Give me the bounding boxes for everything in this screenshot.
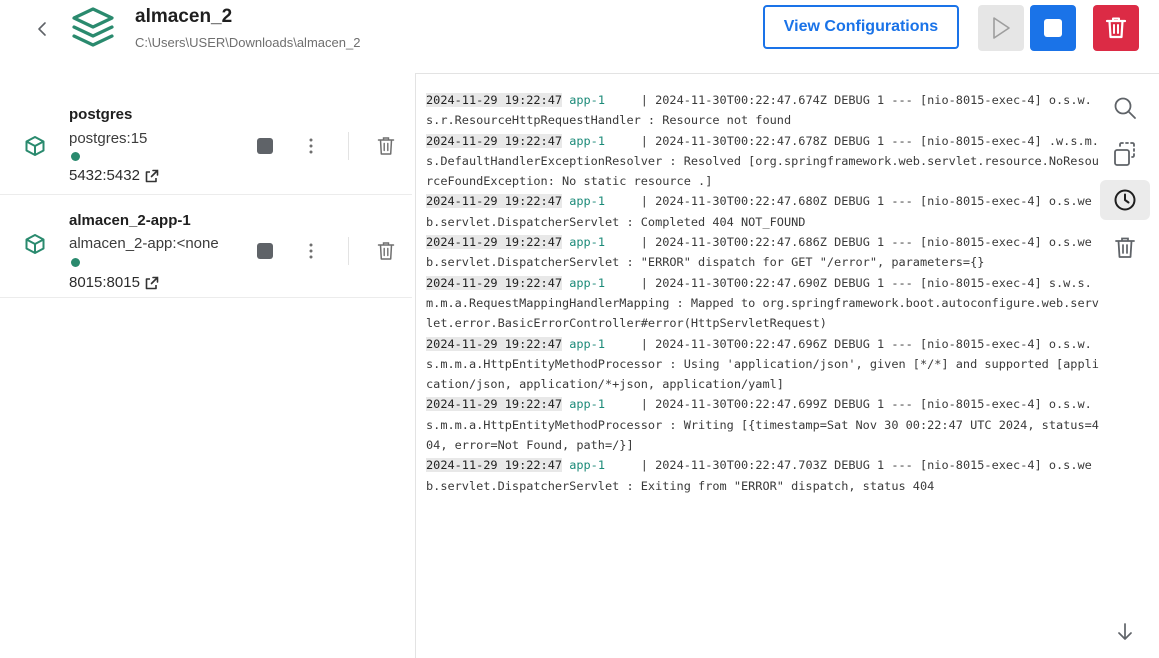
stack-layers-icon — [72, 7, 114, 47]
log-spacer — [605, 397, 641, 411]
log-line: 2024-11-29 19:22:47 app-1 | 2024-11-30T0… — [426, 90, 1101, 131]
log-service: app-1 — [569, 93, 605, 107]
log-line: 2024-11-29 19:22:47 app-1 | 2024-11-30T0… — [426, 394, 1101, 455]
container-name: postgres — [69, 106, 133, 123]
log-service: app-1 — [569, 194, 605, 209]
status-indicator — [71, 258, 80, 267]
cube-icon — [25, 136, 45, 156]
port-mapping: 8015:8015 — [69, 274, 140, 291]
divider — [348, 132, 349, 160]
back-button[interactable] — [32, 16, 52, 42]
container-item-postgres[interactable]: postgres postgres:15 5432:5432 — [0, 92, 412, 195]
more-vert-icon — [309, 138, 313, 154]
log-spacer — [605, 458, 641, 472]
container-name: almacen_2-app-1 — [69, 212, 191, 229]
chevron-left-icon — [38, 22, 46, 36]
clock-icon — [1114, 189, 1136, 211]
project-path: C:\Users\USER\Downloads\almacen_2 — [135, 35, 361, 50]
log-timestamp: 2024-11-29 19:22:47 — [426, 397, 563, 412]
container-image: almacen_2-app:<none — [69, 235, 219, 252]
trash-icon — [1115, 237, 1135, 258]
log-spacer — [605, 93, 641, 107]
log-service: app-1 — [569, 275, 605, 290]
port-link[interactable]: 5432:5432 — [69, 167, 159, 184]
view-configurations-button[interactable]: View Configurations — [763, 5, 959, 49]
log-spacer — [605, 194, 641, 208]
container-item-almacen_2-app-1[interactable]: almacen_2-app-1 almacen_2-app:<none 8015… — [0, 195, 412, 298]
start-button[interactable] — [978, 5, 1024, 51]
log-line: 2024-11-29 19:22:47 app-1 | 2024-11-30T0… — [426, 455, 1101, 496]
stop-button[interactable] — [1030, 5, 1076, 51]
copy-logs-button[interactable] — [1100, 134, 1150, 174]
external-link-icon — [145, 169, 159, 182]
more-options-button[interactable] — [304, 136, 318, 156]
log-line: 2024-11-29 19:22:47 app-1 | 2024-11-30T0… — [426, 191, 1101, 232]
log-line: 2024-11-29 19:22:47 app-1 | 2024-11-30T0… — [426, 232, 1101, 273]
log-line: 2024-11-29 19:22:47 app-1 | 2024-11-30T0… — [426, 334, 1101, 395]
log-spacer — [605, 337, 641, 351]
log-timestamp: 2024-11-29 19:22:47 — [426, 275, 563, 290]
delete-button[interactable] — [1093, 5, 1139, 51]
log-panel[interactable]: 2024-11-29 19:22:47 app-1 | 2024-11-30T0… — [415, 73, 1159, 658]
copy-icon — [1114, 142, 1135, 166]
trash-icon[interactable] — [377, 241, 395, 261]
more-options-button[interactable] — [304, 241, 318, 261]
toggle-timestamps-button[interactable] — [1100, 180, 1150, 220]
log-line: 2024-11-29 19:22:47 app-1 | 2024-11-30T0… — [426, 273, 1101, 334]
log-service: app-1 — [569, 397, 605, 412]
log-output: 2024-11-29 19:22:47 app-1 | 2024-11-30T0… — [426, 90, 1101, 496]
log-timestamp: 2024-11-29 19:22:47 — [426, 194, 563, 209]
page-title: almacen_2 — [135, 6, 233, 27]
port-link[interactable]: 8015:8015 — [69, 274, 159, 291]
log-timestamp: 2024-11-29 19:22:47 — [426, 235, 563, 250]
external-link-icon — [145, 276, 159, 289]
more-vert-icon — [309, 243, 313, 259]
search-logs-button[interactable] — [1100, 88, 1150, 128]
container-image: postgres:15 — [69, 130, 148, 147]
log-timestamp: 2024-11-29 19:22:47 — [426, 133, 563, 148]
log-service: app-1 — [569, 235, 605, 250]
log-spacer — [605, 134, 641, 148]
port-mapping: 5432:5432 — [69, 167, 140, 184]
play-icon — [993, 17, 1010, 39]
container-stop-button[interactable] — [257, 138, 273, 154]
log-service: app-1 — [569, 336, 605, 351]
stop-icon — [1044, 19, 1062, 37]
log-service: app-1 — [569, 458, 605, 473]
container-list: postgres postgres:15 5432:5432 almacen_2… — [0, 92, 412, 298]
log-timestamp: 2024-11-29 19:22:47 — [426, 336, 563, 351]
log-spacer — [605, 276, 641, 290]
log-spacer — [605, 235, 641, 249]
status-indicator — [71, 152, 80, 161]
log-service: app-1 — [569, 133, 605, 148]
container-stop-button[interactable] — [257, 243, 273, 259]
clear-logs-button[interactable] — [1100, 228, 1150, 268]
search-icon — [1114, 97, 1136, 119]
divider — [348, 237, 349, 265]
log-timestamp: 2024-11-29 19:22:47 — [426, 458, 563, 473]
log-timestamp: 2024-11-29 19:22:47 — [426, 93, 563, 107]
scroll-to-bottom-button[interactable] — [1114, 620, 1136, 644]
log-line: 2024-11-29 19:22:47 app-1 | 2024-11-30T0… — [426, 131, 1101, 192]
trash-icon[interactable] — [377, 136, 395, 156]
arrow-down-icon — [1118, 623, 1132, 640]
trash-icon — [1105, 17, 1127, 39]
cube-icon — [25, 234, 45, 254]
